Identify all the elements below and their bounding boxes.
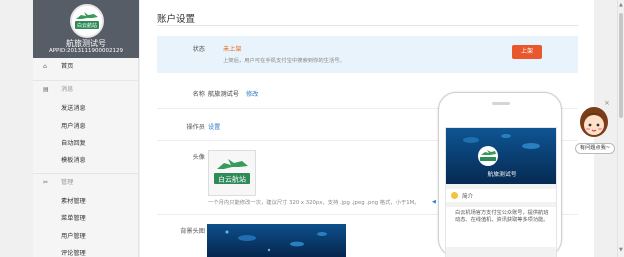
intro-icon xyxy=(451,192,458,199)
name-value: 航旅测试号 xyxy=(208,91,239,98)
message-icon: ▤ xyxy=(43,86,49,93)
sidebar-item-label: 评论管理 xyxy=(61,250,86,257)
avatar-upload[interactable]: 白云航站 xyxy=(208,150,256,196)
preview-intro-label: 简介 xyxy=(462,194,474,200)
status-row: 状态 未上架 上架后，用户可在手机支付宝中搜索到你的生活号。 上架 xyxy=(157,36,578,73)
account-appid: APPID:2013111900002129 xyxy=(48,48,124,54)
account-header: 白云航站 航旅测试号 APPID:2013111900002129 xyxy=(33,0,139,58)
scroll-up-icon[interactable]: ▲ xyxy=(619,2,623,8)
operator-label: 操作员 xyxy=(186,124,205,131)
sidebar-item-auto-reply[interactable]: 自动回复 xyxy=(33,137,139,151)
avatar-logo-text: 白云航站 xyxy=(218,175,246,184)
help-button[interactable]: 有问题点我~ xyxy=(575,143,615,154)
tools-icon: ✂ xyxy=(43,179,49,186)
sidebar-item-user-message[interactable]: 用户消息 xyxy=(33,120,139,134)
sidebar-item-label: 自动回复 xyxy=(61,140,86,147)
avatar-label: 头像 xyxy=(192,154,205,161)
sidebar-group-label: 消息 xyxy=(61,86,74,93)
sidebar-item-material[interactable]: 素材管理 xyxy=(33,195,139,209)
operator-settings-link[interactable]: 设置 xyxy=(208,122,220,131)
sidebar-item-label: 模板消息 xyxy=(61,157,86,164)
sidebar-item-label: 用户消息 xyxy=(61,123,86,130)
avatar-hint: 一个月内只能修改一次，建议尺寸 320 x 320px，支持 .jpg .jpe… xyxy=(208,200,420,206)
phone-speaker xyxy=(492,102,510,105)
sidebar-divider xyxy=(33,80,139,81)
avatar-logo-image: 白云航站 xyxy=(209,151,255,195)
help-widget[interactable]: 有问题点我~ xyxy=(575,105,615,154)
chevron-right-icon[interactable]: ◀ xyxy=(432,199,436,205)
avatar-logo-text: 白云航站 xyxy=(77,22,97,29)
account-avatar[interactable]: 白云航站 xyxy=(70,4,104,38)
background-label: 背景头图 xyxy=(180,228,205,235)
scroll-thumb[interactable] xyxy=(619,13,623,118)
phone-preview: 航旅测试号 简介 白云机场官方支付宝公众账号，提供航班动态、在线值机、资讯获取等… xyxy=(438,92,562,257)
sidebar-item-label: 用户管理 xyxy=(61,233,86,240)
home-icon: ⌂ xyxy=(43,63,47,70)
sidebar-item-home[interactable]: ⌂ 首页 xyxy=(33,60,139,74)
sidebar-item-users[interactable]: 用户管理 xyxy=(33,230,139,244)
status-label: 状态 xyxy=(192,46,205,53)
preview-description: 白云机场官方支付宝公众账号，提供航班动态、在线值机、资讯获取等多项功能。 xyxy=(446,207,556,247)
preview-intro-row: 简介 xyxy=(446,189,556,202)
sidebar: 白云航站 航旅测试号 APPID:2013111900002129 ⌂ 首页 ▤… xyxy=(33,0,139,257)
publish-button[interactable]: 上架 xyxy=(512,45,542,59)
phone-screen: 航旅测试号 简介 白云机场官方支付宝公众账号，提供航班动态、在线值机、资讯获取等… xyxy=(445,127,557,257)
sidebar-item-label: 发送消息 xyxy=(61,105,86,112)
edit-name-link[interactable]: 修改 xyxy=(246,89,258,98)
avatar-logo-image: 白云航站 xyxy=(72,6,102,36)
sidebar-item-menu[interactable]: 菜单管理 xyxy=(33,212,139,226)
preview-account-name: 航旅测试号 xyxy=(487,172,517,178)
sidebar-group-label: 管理 xyxy=(61,179,74,186)
scrollbar[interactable]: ▲ ▼ xyxy=(617,0,624,257)
page-title: 账户设置 xyxy=(157,14,196,25)
scroll-down-icon[interactable]: ▼ xyxy=(619,247,623,253)
sidebar-item-label: 首页 xyxy=(61,63,74,70)
status-value: 未上架 xyxy=(223,46,242,53)
status-description: 上架后，用户可在手机支付宝中搜索到你的生活号。 xyxy=(223,58,345,64)
left-margin xyxy=(0,0,33,257)
name-label: 名称 xyxy=(192,91,205,98)
sidebar-item-template-message[interactable]: 模板消息 xyxy=(33,154,139,168)
sidebar-group-manage: ✂ 管理 xyxy=(33,176,139,190)
sidebar-divider xyxy=(33,173,139,174)
sidebar-item-comments[interactable]: 评论管理 xyxy=(33,247,139,257)
cartoon-girl-icon xyxy=(580,107,608,137)
underwater-photo xyxy=(207,224,346,257)
title-divider xyxy=(157,25,578,26)
sidebar-item-label: 菜单管理 xyxy=(61,215,86,222)
sidebar-item-label: 素材管理 xyxy=(61,198,86,205)
sidebar-group-message: ▤ 消息 xyxy=(33,83,139,97)
background-image[interactable] xyxy=(207,224,346,257)
sidebar-item-send-message[interactable]: 发送消息 xyxy=(33,102,139,116)
page: 白云航站 航旅测试号 APPID:2013111900002129 ⌂ 首页 ▤… xyxy=(0,0,624,257)
